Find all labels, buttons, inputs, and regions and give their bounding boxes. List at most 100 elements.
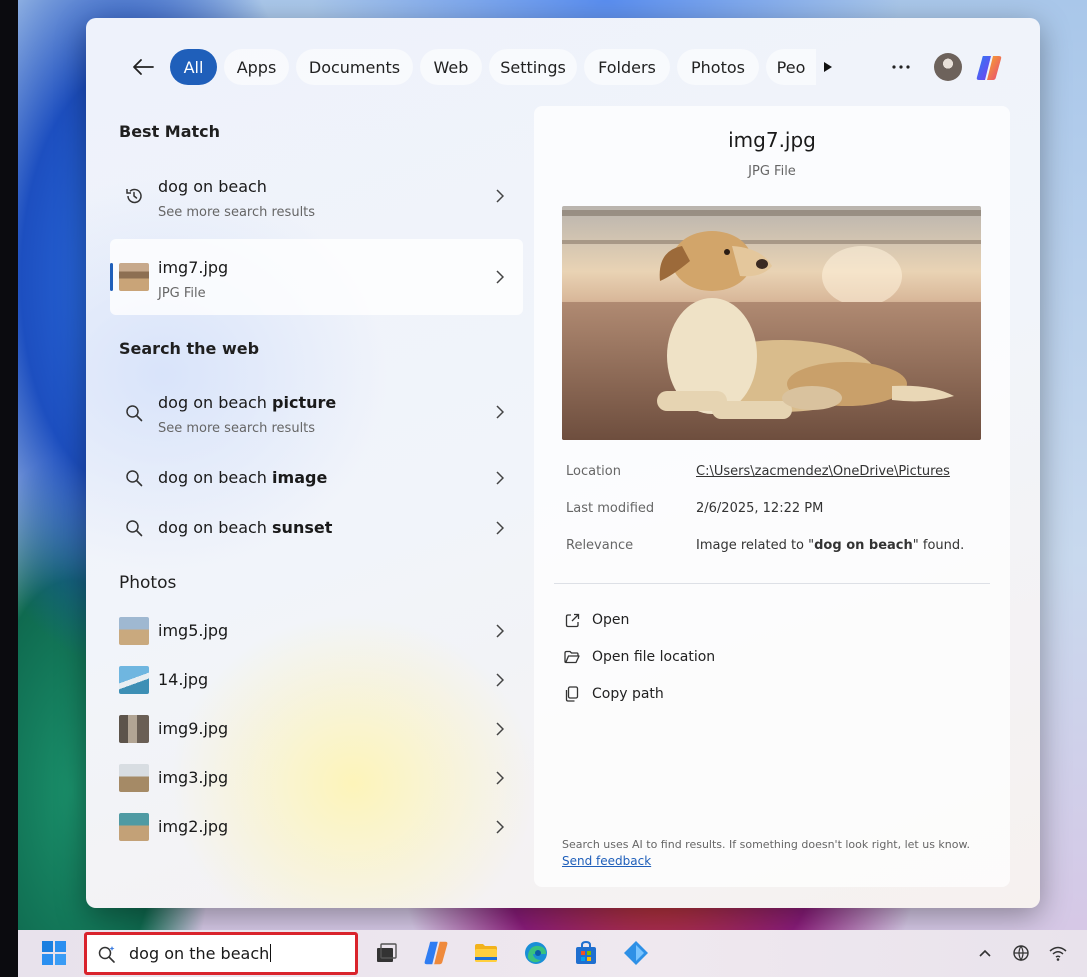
- img2-thumbnail: [119, 813, 149, 841]
- list-item-secondary: JPG File: [158, 286, 206, 301]
- open-action[interactable]: Open: [564, 608, 629, 632]
- chevron-right-icon: [493, 405, 507, 419]
- filter-bar: All Apps Documents Web Settings Folders …: [126, 49, 1010, 87]
- web-result-text: dog on beach sunset: [158, 518, 333, 537]
- more-options-button[interactable]: [886, 49, 916, 85]
- web-result-sunset[interactable]: dog on beach sunset: [110, 504, 523, 552]
- taskbar: dog on the beach: [18, 930, 1087, 977]
- arrow-left-icon: [133, 59, 154, 75]
- web-result-image[interactable]: dog on beach image: [110, 454, 523, 502]
- divider: [554, 583, 990, 584]
- task-view-button[interactable]: [372, 939, 400, 967]
- preview-image[interactable]: [562, 206, 981, 440]
- start-button[interactable]: [40, 939, 68, 967]
- chevron-right-icon: [493, 521, 507, 535]
- user-avatar[interactable]: [934, 53, 962, 81]
- photo-item-14[interactable]: 14.jpg: [110, 657, 523, 703]
- photo-item-img2[interactable]: img2.jpg: [110, 804, 523, 850]
- history-icon: [122, 184, 146, 208]
- dog-on-beach-photo: [562, 206, 981, 440]
- preview-pane: img7.jpg JPG File Location C:\Users\zacm…: [534, 106, 1010, 887]
- selection-indicator: [110, 263, 113, 291]
- chevron-up-icon: [979, 949, 991, 957]
- web-result-picture[interactable]: dog on beach picture See more search res…: [110, 380, 523, 444]
- file-explorer-button[interactable]: [472, 939, 500, 967]
- edge-browser-button[interactable]: [522, 939, 550, 967]
- app-taskbar-button[interactable]: [622, 939, 650, 967]
- img7-thumbnail: [119, 263, 149, 291]
- filter-people[interactable]: Peo: [766, 49, 816, 85]
- preview-filetype: JPG File: [748, 164, 796, 179]
- filter-folders[interactable]: Folders: [584, 49, 670, 85]
- 14-thumbnail: [119, 666, 149, 694]
- back-button[interactable]: [126, 49, 160, 85]
- img5-thumbnail: [119, 617, 149, 645]
- action-label: Open: [592, 612, 630, 628]
- modified-value: 2/6/2025, 12:22 PM: [696, 501, 824, 516]
- store-icon: [576, 940, 596, 964]
- taskbar-search-box[interactable]: dog on the beach: [84, 932, 358, 975]
- list-item-secondary: See more search results: [158, 421, 316, 436]
- open-file-location-action[interactable]: Open file location: [564, 645, 715, 669]
- wifi-icon: [1049, 946, 1067, 961]
- search-sparkle-icon: [95, 942, 119, 966]
- play-right-icon: [824, 62, 832, 72]
- photo-filename: img9.jpg: [158, 719, 229, 738]
- filter-documents[interactable]: Documents: [296, 49, 413, 85]
- search-web-heading: Search the web: [119, 339, 260, 358]
- chevron-right-icon: [493, 722, 507, 736]
- wifi-tray-button[interactable]: [1044, 939, 1072, 967]
- photos-heading: Photos: [119, 573, 177, 593]
- search-input-value: dog on the beach: [129, 944, 272, 963]
- photo-filename: img2.jpg: [158, 817, 229, 836]
- filter-settings[interactable]: Settings: [489, 49, 577, 85]
- send-feedback-link[interactable]: Send feedback: [562, 854, 651, 868]
- chevron-right-icon: [493, 820, 507, 834]
- best-match-heading: Best Match: [119, 122, 221, 141]
- scroll-filters-button[interactable]: [816, 49, 840, 85]
- chevron-right-icon: [493, 471, 507, 485]
- show-hidden-icons-button[interactable]: [971, 939, 999, 967]
- app-diamond-icon: [624, 941, 648, 965]
- photo-filename: img3.jpg: [158, 768, 229, 787]
- windows-logo-icon: [42, 941, 66, 965]
- task-view-icon: [377, 943, 397, 962]
- preview-filename: img7.jpg: [728, 128, 816, 152]
- photo-item-img9[interactable]: img9.jpg: [110, 706, 523, 752]
- filter-web[interactable]: Web: [420, 49, 482, 85]
- best-match-item-history[interactable]: dog on beach See more search results: [110, 164, 523, 228]
- list-item-primary: img7.jpg: [158, 258, 229, 277]
- chevron-right-icon: [493, 673, 507, 687]
- filter-apps[interactable]: Apps: [224, 49, 289, 85]
- photo-item-img3[interactable]: img3.jpg: [110, 755, 523, 801]
- modified-label: Last modified: [566, 501, 655, 516]
- ellipsis-icon: [892, 65, 910, 69]
- chevron-right-icon: [493, 270, 507, 284]
- img3-thumbnail: [119, 764, 149, 792]
- img9-thumbnail: [119, 715, 149, 743]
- photo-item-img5[interactable]: img5.jpg: [110, 608, 523, 654]
- search-icon: [122, 516, 146, 540]
- filter-all[interactable]: All: [170, 49, 217, 85]
- folder-icon: [475, 944, 497, 962]
- action-label: Open file location: [592, 649, 716, 665]
- relevance-label: Relevance: [566, 538, 634, 553]
- location-link[interactable]: C:\Users\zacmendez\OneDrive\Pictures: [696, 464, 950, 479]
- copilot-icon[interactable]: [974, 53, 1004, 83]
- photo-filename: 14.jpg: [158, 670, 209, 689]
- filter-photos[interactable]: Photos: [677, 49, 759, 85]
- copy-icon: [564, 686, 580, 702]
- relevance-value: Image related to "dog on beach" found.: [696, 538, 965, 553]
- microsoft-store-button[interactable]: [572, 939, 600, 967]
- copy-path-action[interactable]: Copy path: [564, 682, 664, 706]
- edge-icon: [525, 942, 547, 964]
- best-match-item-img7[interactable]: img7.jpg JPG File: [110, 239, 523, 315]
- copilot-taskbar-button[interactable]: [422, 939, 450, 967]
- location-label: Location: [566, 464, 621, 479]
- open-external-icon: [564, 612, 580, 628]
- search-panel: All Apps Documents Web Settings Folders …: [86, 18, 1040, 908]
- network-tray-button[interactable]: [1007, 939, 1035, 967]
- list-item-secondary: See more search results: [158, 205, 316, 220]
- chevron-right-icon: [493, 189, 507, 203]
- list-item-primary: dog on beach: [158, 177, 267, 196]
